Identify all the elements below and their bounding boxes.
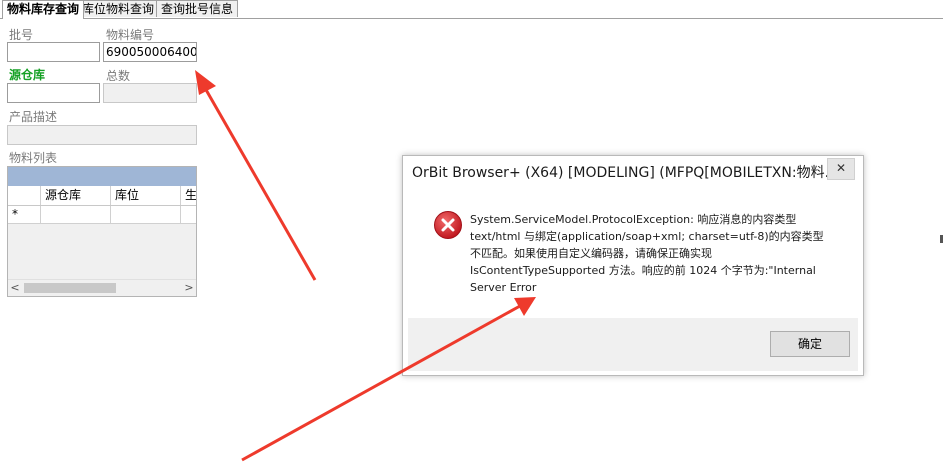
tab-material-stock-query[interactable]: 物料库存查询 xyxy=(2,0,85,19)
annotation-arrows xyxy=(195,70,536,462)
arrow-to-error-message xyxy=(241,297,536,462)
arrow-to-material-code xyxy=(195,70,317,281)
